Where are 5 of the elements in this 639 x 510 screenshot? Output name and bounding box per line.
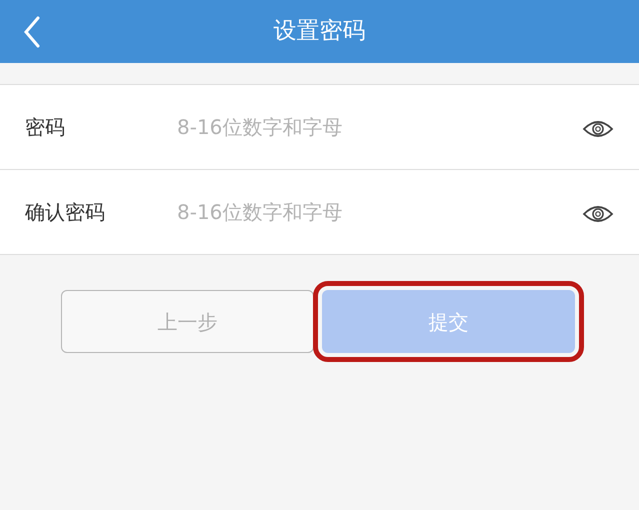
field-label: 密码 xyxy=(25,114,66,141)
password-field[interactable]: 8-16位数字和字母 xyxy=(175,111,582,143)
field-label: 确认密码 xyxy=(25,199,106,226)
password-field[interactable]: 8-16位数字和字母 xyxy=(175,196,582,228)
page-title: 设置密码 xyxy=(274,17,366,46)
